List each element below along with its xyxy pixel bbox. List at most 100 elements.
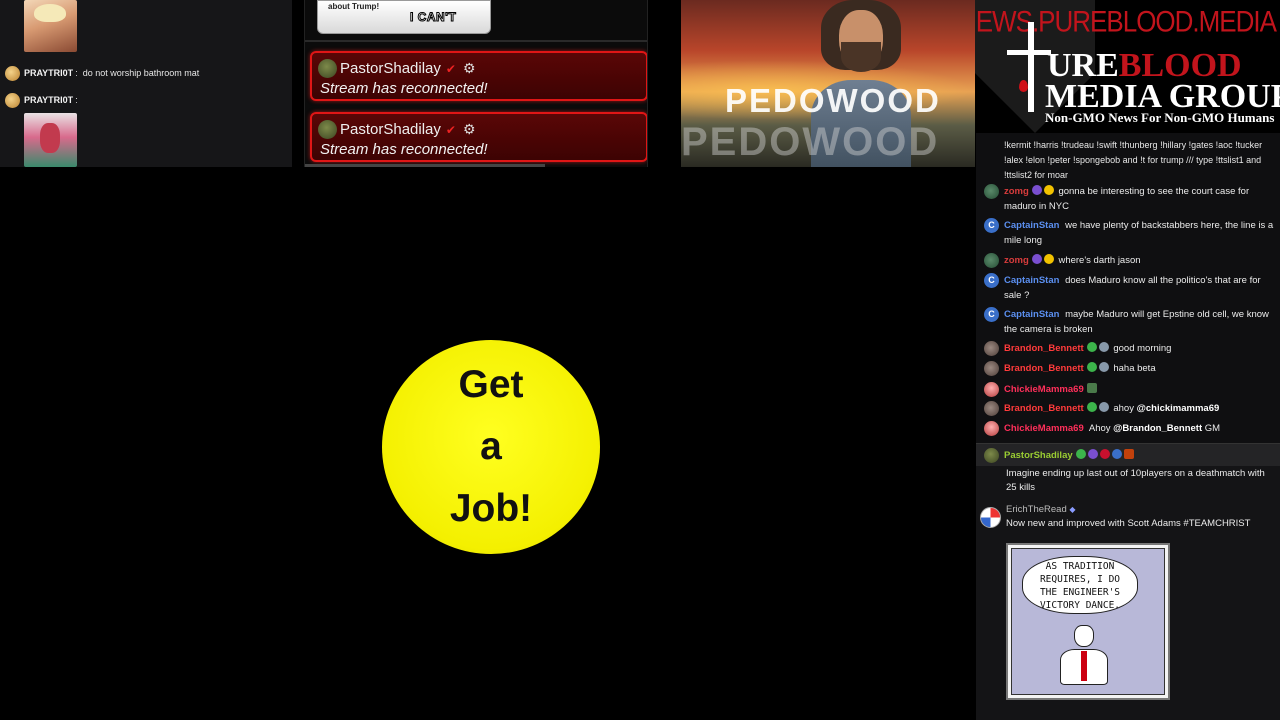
chat-message: C CaptainStan maybe Maduro will get Epst… — [984, 307, 1276, 337]
chat-message: ChickieMamma69 Ahoy @Brandon_Bennett GM — [984, 421, 1276, 436]
chat-username[interactable]: Brandon_Bennett — [1004, 403, 1084, 414]
badge-icon — [1086, 362, 1097, 372]
divider — [305, 40, 647, 42]
chat-username[interactable]: ChickieMamma69 — [1004, 423, 1084, 434]
blood-drop-icon — [1019, 80, 1028, 92]
avatar — [980, 507, 1001, 528]
reconnect-alert: PastorShadilay ✔ ⚙ Stream has reconnecte… — [310, 112, 647, 162]
badge-icon — [1098, 342, 1109, 352]
chat-username[interactable]: Brandon_Bennett — [1004, 363, 1084, 374]
logo-url: NEWS.PUREBLOOD.MEDIA — [975, 3, 1277, 39]
chat-image-thumbnail[interactable] — [24, 0, 77, 52]
cartoon-figure — [1054, 625, 1114, 695]
badge-icon — [1086, 402, 1097, 412]
badge-icon — [1087, 449, 1098, 459]
chat-username[interactable]: zomg — [1004, 186, 1029, 197]
chat-text: haha beta — [1113, 363, 1156, 374]
avatar: C — [984, 273, 999, 288]
gear-icon[interactable]: ⚙ — [463, 121, 476, 138]
avatar — [984, 382, 999, 397]
alert-username[interactable]: PastorShadilay — [340, 121, 441, 138]
chat-text: do not worship bathroom mat — [82, 68, 200, 78]
chat-username[interactable]: zomg — [1004, 255, 1029, 266]
avatar — [984, 253, 999, 268]
chat-text: good morning — [1113, 343, 1172, 354]
avatar — [984, 184, 999, 199]
chat-text: ahoy — [1113, 403, 1134, 414]
chat-username[interactable]: ChickieMamma69 — [1004, 384, 1084, 395]
background-sign-text: PEDOWOOD — [725, 82, 941, 119]
chat-message: zomg where's darth jason — [984, 253, 1276, 268]
alert-username[interactable]: PastorShadilay — [340, 60, 441, 77]
badge-icon — [1031, 185, 1042, 195]
chat-username[interactable]: PastorShadilay — [1004, 450, 1073, 461]
get-a-job-circle: Get a Job! — [382, 340, 600, 554]
chat-text-after: GM — [1204, 423, 1221, 434]
avatar — [984, 421, 999, 436]
chat-username[interactable]: PRAYTRI0T — [24, 95, 73, 105]
circle-text: Job! — [449, 487, 533, 530]
badge-icon — [1098, 362, 1109, 372]
badge-icon — [1075, 449, 1086, 459]
verified-check-icon: ✔ — [445, 122, 456, 137]
chat-mention[interactable]: @Brandon_Bennett — [1113, 423, 1202, 434]
logo-tagline: Non-GMO News For Non-GMO Humans — [1045, 110, 1275, 125]
badge-icon: ◆ — [1069, 505, 1076, 514]
verified-check-icon: ✔ — [445, 61, 456, 76]
commands-text: !kermit !harris !trudeau !swift !thunber… — [1004, 140, 1263, 180]
emote-icon — [1123, 449, 1134, 459]
badge-icon — [1111, 449, 1122, 459]
gear-icon[interactable]: ⚙ — [463, 60, 476, 77]
chat-message: Brandon_Bennett ahoy @chickimamma69 — [984, 401, 1276, 416]
circle-text: a — [480, 425, 502, 468]
avatar — [984, 341, 999, 356]
chat-username[interactable]: CaptainStan — [1004, 220, 1059, 231]
chat-message: C CaptainStan does Maduro know all the p… — [984, 273, 1276, 303]
badge-icon — [1043, 185, 1054, 195]
avatar — [5, 65, 20, 81]
badge-icon — [1086, 342, 1097, 352]
chat-message: zomg gonna be interesting to see the cou… — [984, 184, 1276, 214]
meme-image: about Trump! I CAN'T — [317, 0, 491, 34]
reconnect-alert: PastorShadilay ✔ ⚙ Stream has reconnecte… — [310, 51, 647, 101]
alerts-panel: about Trump! I CAN'T PastorShadilay ✔ ⚙ … — [304, 0, 648, 167]
chat-text: Imagine ending up last out of 10players … — [1006, 468, 1265, 493]
meme-top-text: about Trump! — [328, 2, 380, 11]
badge-icon — [1031, 254, 1042, 264]
left-chat-panel: PRAYTRI0T : do not worship bathroom mat … — [0, 0, 292, 167]
cross-icon — [1028, 22, 1034, 112]
avatar — [5, 92, 20, 108]
dilbert-comic-image[interactable]: AS TRADITION REQUIRES, I DO THE ENGINEER… — [1006, 543, 1170, 700]
badge-icon — [1099, 449, 1110, 459]
badge-icon — [1043, 254, 1054, 264]
chat-separator: : — [75, 68, 78, 78]
chat-username[interactable]: PRAYTRI0T — [24, 68, 73, 78]
chat-message: Brandon_Bennett haha beta — [984, 361, 1276, 376]
chat-image-thumbnail[interactable] — [24, 113, 77, 167]
background-sign-text: PEDOWOOD — [681, 120, 940, 164]
chat-message: PRAYTRI0T : — [5, 92, 83, 108]
avatar: C — [984, 218, 999, 233]
speech-bubble: AS TRADITION REQUIRES, I DO THE ENGINEER… — [1022, 556, 1138, 614]
right-chat-panel: !kermit !harris !trudeau !swift !thunber… — [976, 133, 1280, 720]
highlighted-chat-row: PastorShadilay — [976, 443, 1280, 466]
chat-message: PastorShadilay — [984, 448, 1276, 463]
chat-username[interactable]: CaptainStan — [1004, 309, 1059, 320]
chat-username[interactable]: Brandon_Bennett — [1004, 343, 1084, 354]
chat-mention[interactable]: @chickimamma69 — [1137, 403, 1220, 414]
alert-message: Stream has reconnected! — [320, 80, 488, 97]
chat-text: Now new and improved with Scott Adams #T… — [1006, 518, 1251, 529]
chat-message: PRAYTRI0T : do not worship bathroom mat — [5, 65, 199, 81]
chat-message: ChickieMamma69 — [984, 382, 1276, 397]
chat-username[interactable]: CaptainStan — [1004, 275, 1059, 286]
badge-icon — [1098, 402, 1109, 412]
chat-separator: : — [75, 95, 78, 105]
chat-message: ErichTheRead ◆ — [1006, 503, 1272, 517]
avatar — [984, 401, 999, 416]
avatar — [984, 448, 999, 463]
avatar — [318, 59, 337, 78]
meme-caption: I CAN'T — [409, 10, 457, 25]
divider — [305, 164, 545, 167]
video-feed[interactable]: PEDOWOOD PEDOWOOD — [681, 0, 975, 167]
chat-username[interactable]: ErichTheRead — [1006, 504, 1067, 515]
